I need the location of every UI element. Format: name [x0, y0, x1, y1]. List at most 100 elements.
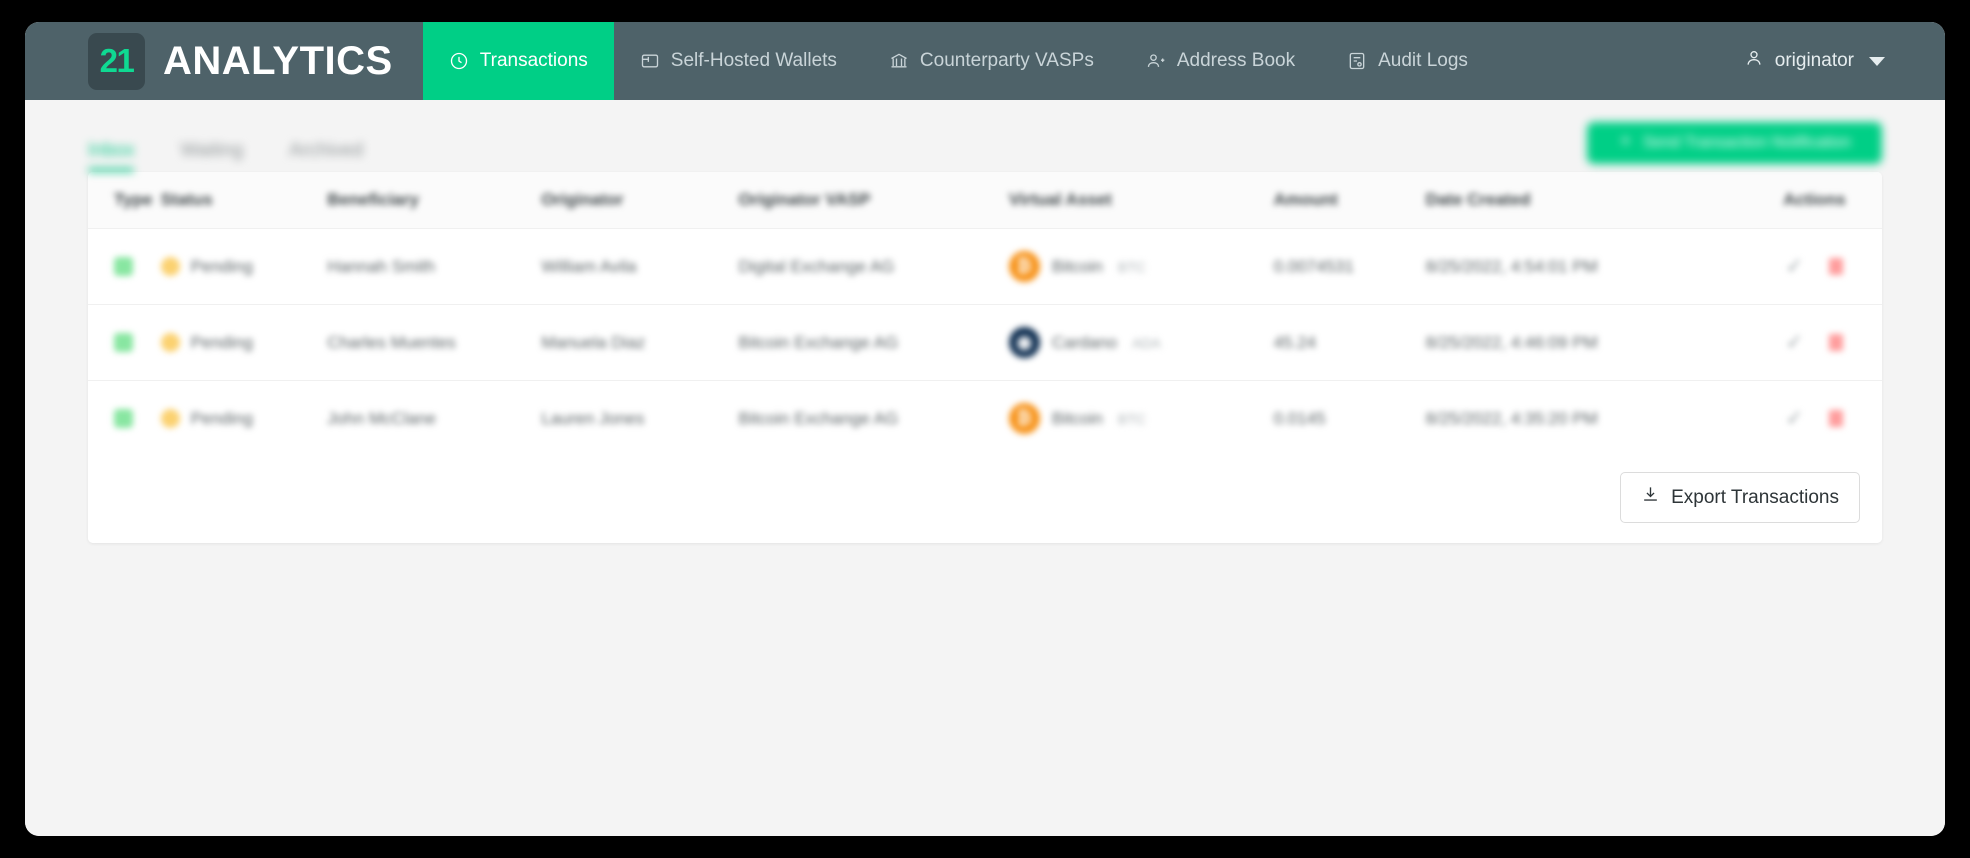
transactions-table-card: Type Status Beneficiary Originator Origi… — [88, 172, 1882, 543]
col-header-actions: Actions — [1783, 190, 1846, 209]
cell-type — [88, 305, 161, 381]
status-dot-icon — [160, 333, 180, 352]
table-head: Type Status Beneficiary Originator Origi… — [88, 172, 1882, 229]
type-badge-icon — [114, 333, 133, 352]
asset-symbol: BTC — [1117, 258, 1146, 275]
address-book-icon — [1146, 51, 1166, 71]
user-icon — [1744, 48, 1764, 74]
check-icon[interactable]: ✓ — [1786, 254, 1804, 279]
col-header-type[interactable]: Type — [88, 172, 161, 229]
brand-logo[interactable]: 21 ANALYTICS — [25, 22, 423, 100]
cell-amount: 45.24 — [1273, 332, 1317, 352]
nav-label-address-book: Address Book — [1176, 50, 1296, 71]
asset-name: Cardano — [1051, 332, 1118, 352]
cell-beneficiary: Hannah Smith — [327, 256, 436, 276]
col-header-amount[interactable]: Amount — [1274, 172, 1426, 229]
content-area: Inbox Waiting Archived Send Transaction … — [25, 100, 1945, 836]
check-icon[interactable]: ✓ — [1786, 330, 1804, 355]
check-icon[interactable]: ✓ — [1786, 406, 1804, 431]
cell-status: Pending — [160, 305, 328, 381]
send-button-label: Send Transaction Notification — [1642, 134, 1852, 151]
subtab-waiting[interactable]: Waiting — [180, 140, 243, 172]
wallet-icon — [640, 51, 660, 71]
col-header-status[interactable]: Status — [161, 172, 328, 229]
cell-beneficiary: John McClane — [327, 408, 436, 428]
download-icon — [1641, 485, 1660, 510]
subtab-label-waiting: Waiting — [180, 140, 244, 161]
col-header-virtual-asset[interactable]: Virtual Asset — [1009, 172, 1274, 229]
chevron-down-icon — [1869, 56, 1885, 66]
asset-symbol: BTC — [1117, 410, 1146, 427]
cell-date-created: 8/25/2022, 4:35:20 PM — [1425, 408, 1598, 428]
delete-icon[interactable] — [1829, 258, 1844, 275]
nav-item-address-book[interactable]: Address Book — [1120, 22, 1321, 100]
nav-items: Transactions Self-Hosted Wallets Counter… — [422, 22, 1494, 100]
col-header-date-created[interactable]: Date Created — [1426, 172, 1747, 229]
asset-name: Bitcoin — [1051, 256, 1103, 276]
cell-originator: Lauren Jones — [541, 408, 645, 428]
cell-originator-vasp: Bitcoin Exchange AG — [738, 408, 899, 428]
delete-icon[interactable] — [1829, 334, 1844, 351]
table-row[interactable]: Pending Hannah Smith William Avila Digit… — [88, 228, 1882, 305]
table-header-row: Type Status Beneficiary Originator Origi… — [88, 172, 1882, 229]
cell-originator: William Avila — [541, 256, 637, 276]
top-navigation-bar: 21 ANALYTICS Transactions Self-Hosted Wa… — [25, 22, 1945, 100]
app-window: 21 ANALYTICS Transactions Self-Hosted Wa… — [25, 22, 1945, 836]
cell-beneficiary: Charles Muentes — [327, 332, 456, 352]
cell-status: Pending — [160, 229, 328, 305]
user-name: originator — [1774, 50, 1854, 71]
bitcoin-icon: ₿ — [1008, 251, 1040, 282]
table-row[interactable]: Pending Charles Muentes Manuela Diaz Bit… — [88, 304, 1882, 381]
col-header-originator[interactable]: Originator — [541, 172, 738, 229]
nav-label-audit-logs: Audit Logs — [1378, 50, 1468, 71]
subtab-label-archived: Archived — [289, 140, 364, 161]
logo-badge: 21 — [88, 32, 145, 90]
nav-label-self-hosted-wallets: Self-Hosted Wallets — [670, 50, 837, 71]
user-menu[interactable]: originator — [1744, 22, 1945, 100]
export-bar: Export Transactions — [88, 456, 1882, 543]
audit-log-icon — [1347, 51, 1367, 71]
transactions-icon — [449, 51, 469, 71]
cell-originator: Manuela Diaz — [541, 332, 646, 352]
asset-name: Bitcoin — [1051, 408, 1103, 428]
nav-item-self-hosted-wallets[interactable]: Self-Hosted Wallets — [614, 22, 863, 100]
delete-icon[interactable] — [1829, 410, 1844, 427]
subtab-inbox[interactable]: Inbox — [88, 140, 135, 172]
coin-glyph: ₿ — [1017, 256, 1032, 276]
nav-item-transactions[interactable]: Transactions — [422, 22, 614, 100]
nav-label-transactions: Transactions — [479, 50, 588, 71]
col-header-originator-vasp[interactable]: Originator VASP — [738, 172, 1008, 229]
export-transactions-button[interactable]: Export Transactions — [1620, 472, 1860, 523]
nav-item-counterparty-vasps[interactable]: Counterparty VASPs — [863, 22, 1120, 100]
nav-label-counterparty-vasps: Counterparty VASPs — [919, 50, 1094, 71]
cell-originator-vasp: Digital Exchange AG — [738, 256, 895, 276]
export-button-label: Export Transactions — [1671, 486, 1839, 508]
bank-icon — [889, 51, 909, 71]
cardano-icon: ◉ — [1008, 327, 1040, 358]
cell-virtual-asset: ₿ Bitcoin BTC — [1008, 229, 1274, 305]
status-dot-icon — [160, 257, 180, 276]
nav-item-audit-logs[interactable]: Audit Logs — [1321, 22, 1494, 100]
cell-type — [88, 381, 161, 457]
status-label: Pending — [190, 332, 253, 352]
type-badge-icon — [114, 409, 133, 428]
col-header-beneficiary[interactable]: Beneficiary — [327, 172, 541, 229]
cell-actions: ✓ — [1747, 229, 1882, 305]
status-label: Pending — [190, 408, 253, 428]
coin-glyph: ◉ — [1016, 332, 1033, 352]
subtab-archived[interactable]: Archived — [289, 140, 363, 172]
cell-virtual-asset: ◉ Cardano ADA — [1008, 305, 1274, 381]
cell-date-created: 8/25/2022, 4:54:01 PM — [1425, 256, 1598, 276]
table-row[interactable]: Pending John McClane Lauren Jones Bitcoi… — [88, 380, 1882, 457]
cell-date-created: 8/25/2022, 4:46:09 PM — [1425, 332, 1598, 352]
bitcoin-icon: ₿ — [1008, 403, 1040, 434]
cell-originator-vasp: Bitcoin Exchange AG — [738, 332, 899, 352]
cell-amount: 0.0145 — [1273, 408, 1326, 428]
coin-glyph: ₿ — [1017, 408, 1032, 428]
send-transaction-notification-button[interactable]: Send Transaction Notification — [1587, 122, 1882, 164]
status-label: Pending — [190, 256, 253, 276]
subtabs: Inbox Waiting Archived — [88, 140, 363, 172]
cell-amount: 0.0074531 — [1273, 256, 1354, 276]
transactions-table: Type Status Beneficiary Originator Origi… — [88, 172, 1882, 456]
